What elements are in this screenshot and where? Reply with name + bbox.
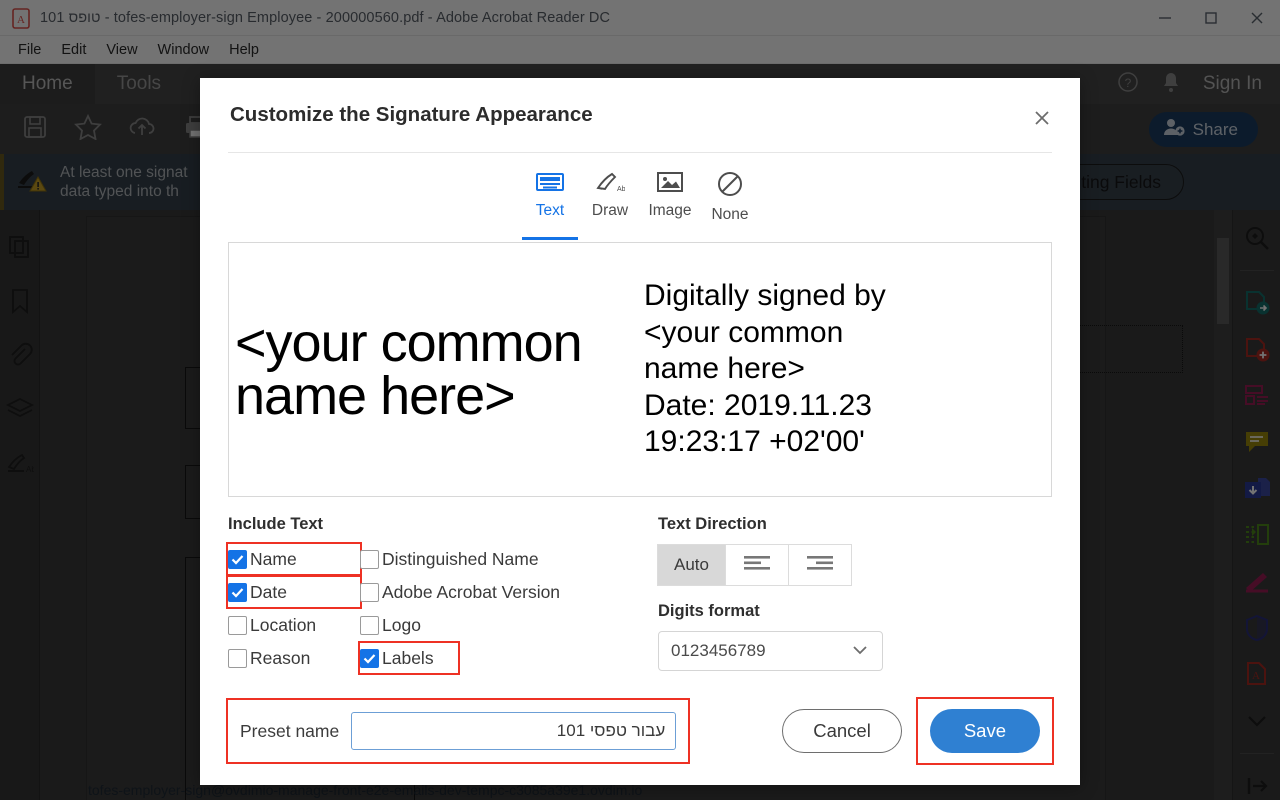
save-button[interactable]: Save — [929, 709, 1040, 753]
checkbox-row-adobe-acrobat-version[interactable]: Adobe Acrobat Version — [360, 577, 560, 607]
preview-details-line-2: <your common — [644, 315, 844, 349]
digits-format-title: Digits format — [658, 602, 760, 620]
tab-text-label: Text — [535, 202, 565, 219]
image-icon — [656, 171, 684, 198]
text-direction-title: Text Direction — [658, 515, 767, 533]
checkbox-logo[interactable] — [360, 615, 379, 635]
tab-image-label: Image — [648, 202, 692, 219]
preview-details-line-5: 19:23:17 +02'00' — [644, 425, 865, 459]
checkbox-reason[interactable] — [228, 648, 247, 668]
options-area: Include Text Name Date Location Reason D… — [226, 515, 1052, 675]
dialog-footer: Preset name Cancel Save — [200, 697, 1080, 785]
checkbox-location-label: Location — [250, 614, 317, 635]
align-right-icon — [805, 554, 835, 577]
checkbox-distinguished-name[interactable] — [360, 549, 379, 569]
preview-details-line-1: Digitally signed by — [644, 279, 886, 313]
tab-text[interactable]: Text — [520, 171, 580, 240]
checkbox-row-logo[interactable]: Logo — [360, 610, 560, 640]
align-left-icon — [742, 554, 772, 577]
preview-details: Digitally signed by <your common name he… — [644, 278, 1051, 461]
keyboard-icon — [536, 171, 564, 198]
cancel-button[interactable]: Cancel — [782, 709, 902, 753]
chevron-down-icon — [852, 642, 868, 660]
signature-preview[interactable]: <your common name here> Digitally signed… — [228, 242, 1052, 497]
close-icon[interactable] — [1028, 104, 1056, 132]
text-direction-auto[interactable]: Auto — [657, 544, 726, 586]
dialog-title: Customize the Signature Appearance — [230, 103, 593, 126]
appearance-type-tabs: Text Ab Draw Image None — [200, 171, 1080, 240]
footer-buttons: Cancel Save — [782, 697, 1055, 765]
preset-name-input[interactable] — [351, 712, 677, 750]
preset-name-group: Preset name — [225, 698, 691, 764]
checkbox-row-labels[interactable]: Labels — [358, 641, 460, 675]
checkbox-row-date[interactable]: Date — [226, 575, 362, 609]
signature-appearance-dialog: Customize the Signature Appearance Text … — [200, 78, 1080, 785]
include-text-column-1: Name Date Location Reason — [226, 542, 362, 673]
text-direction-section: Text Direction Auto Digits format 012345… — [657, 515, 1052, 673]
digits-format-select[interactable]: 0123456789 — [658, 631, 883, 671]
preview-details-line-3: name here> — [644, 352, 805, 386]
svg-text:Ab: Ab — [617, 186, 625, 193]
digits-format-value: 0123456789 — [671, 641, 766, 660]
checkbox-distinguished-name-label: Distinguished Name — [382, 548, 539, 569]
checkbox-labels[interactable] — [360, 648, 379, 668]
tab-none[interactable]: None — [700, 171, 760, 232]
preset-name-label: Preset name — [240, 720, 340, 741]
checkbox-adobe-acrobat-version-label: Adobe Acrobat Version — [382, 581, 561, 602]
checkbox-logo-label: Logo — [382, 614, 421, 635]
checkbox-adobe-acrobat-version[interactable] — [360, 582, 379, 602]
dialog-header: Customize the Signature Appearance — [200, 78, 1080, 152]
checkbox-name[interactable] — [228, 549, 247, 569]
tab-draw[interactable]: Ab Draw — [580, 171, 640, 232]
checkbox-location[interactable] — [228, 615, 247, 635]
tab-image[interactable]: Image — [640, 171, 700, 232]
pen-nib-icon: Ab — [595, 171, 626, 198]
no-entry-icon — [717, 171, 743, 202]
include-text-column-2: Distinguished Name Adobe Acrobat Version… — [358, 544, 560, 675]
preview-details-line-4: Date: 2019.11.23 — [644, 388, 872, 422]
header-divider — [228, 152, 1052, 153]
checkbox-reason-label: Reason — [250, 647, 311, 668]
tab-draw-label: Draw — [591, 202, 629, 219]
checkbox-row-location[interactable]: Location — [228, 610, 360, 640]
checkbox-row-name[interactable]: Name — [226, 542, 362, 576]
checkbox-row-distinguished-name[interactable]: Distinguished Name — [360, 544, 560, 574]
checkbox-row-reason[interactable]: Reason — [228, 643, 360, 673]
tab-none-label: None — [711, 206, 749, 223]
text-direction-segmented-control: Auto — [657, 544, 1052, 586]
text-direction-ltr[interactable] — [724, 544, 789, 586]
save-button-highlight: Save — [915, 697, 1055, 765]
preview-name-text: <your common name here> — [235, 313, 583, 426]
text-direction-rtl[interactable] — [787, 544, 852, 586]
checkbox-labels-label: Labels — [382, 647, 434, 668]
include-text-title: Include Text — [228, 515, 324, 533]
include-text-section: Include Text Name Date Location Reason D… — [226, 515, 658, 675]
checkbox-date[interactable] — [228, 582, 247, 602]
checkbox-date-label: Date — [250, 581, 287, 602]
checkbox-name-label: Name — [250, 548, 297, 569]
